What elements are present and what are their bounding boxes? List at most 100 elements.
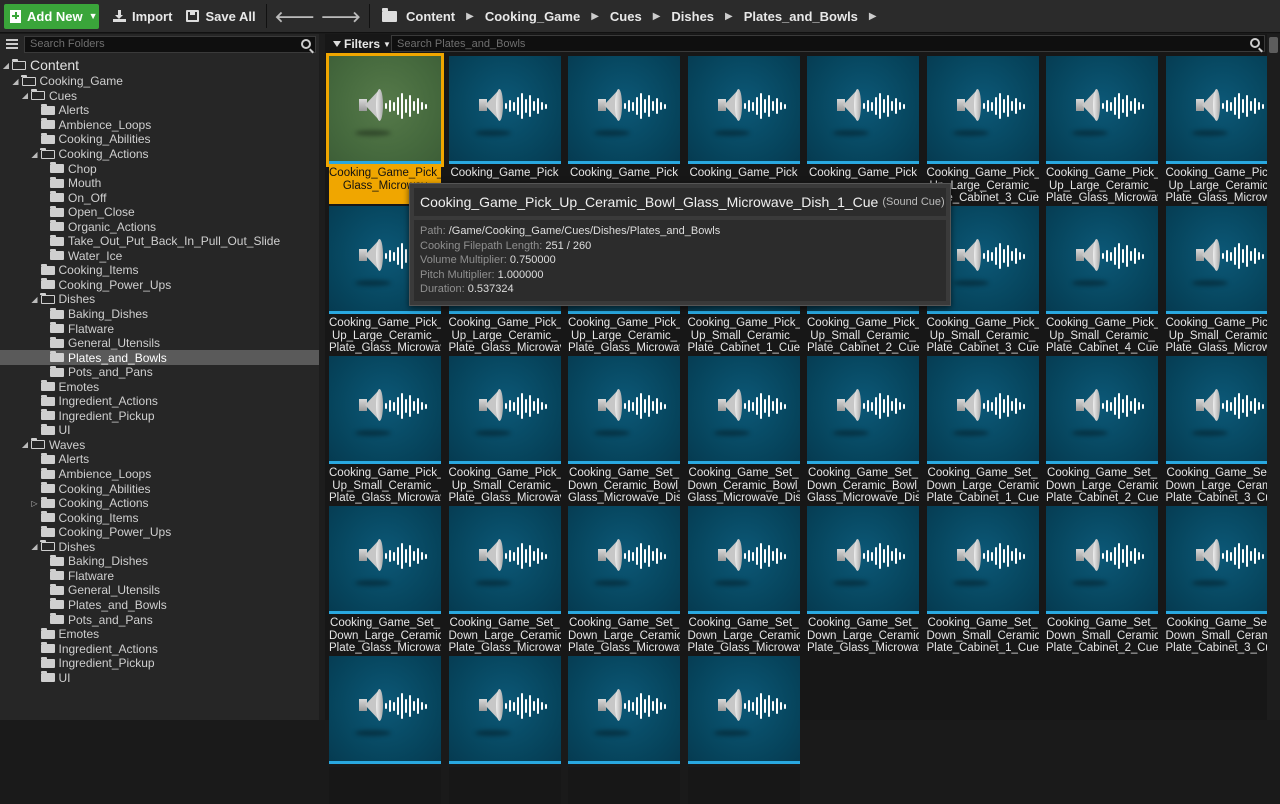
expanded-arrow-icon[interactable]: ◢ (31, 150, 39, 159)
breadcrumb-chevron-icon[interactable]: ▶ (653, 11, 661, 22)
asset-tile[interactable]: Cooking_Game_Pick_ Up_Small_Ceramic_ Pla… (329, 356, 441, 504)
tree-item[interactable]: ◢ Dishes (0, 540, 319, 555)
save-all-button[interactable]: Save All (186, 9, 256, 24)
expanded-arrow-icon[interactable]: ◢ (21, 440, 29, 449)
tree-item[interactable]: Alerts (0, 103, 319, 118)
asset-tile[interactable]: Cooking_Game_Set_ Down_Large_Ceramic_ Pl… (329, 506, 441, 654)
tree-item[interactable]: Ingredient_Pickup (0, 409, 319, 424)
tree-item[interactable]: Cooking_Items (0, 263, 319, 278)
asset-tile[interactable]: Cooking_Game_Set_ Down_Small_Ceramic_ Pl… (1046, 506, 1158, 654)
asset-tile[interactable]: Cooking_Game_Pick_ Up_Large_Ceramic_ Pla… (1165, 56, 1278, 204)
asset-tile[interactable]: Cooking_Game_Set_ Down_Large_Ceramic_ Pl… (448, 506, 561, 654)
asset-tile[interactable]: Cooking_Game_Set_ Down_Small_Ceramic_ Pl… (926, 506, 1039, 654)
asset-tile[interactable]: Cooking_Game_Pick_ Up_Small_Ceramic_ Pla… (448, 356, 561, 504)
asset-search-box[interactable] (391, 35, 1265, 52)
tree-item[interactable]: Take_Out_Put_Back_In_Pull_Out_Slide (0, 234, 319, 249)
asset-tile[interactable]: Cooking_Game_Set_ Down_Large_Ceramic_ Pl… (1165, 356, 1278, 504)
tree-item[interactable]: Ingredient_Pickup (0, 656, 319, 671)
tree-item[interactable]: General_Utensils (0, 336, 319, 351)
tree-item[interactable]: ▷ Cooking_Actions (0, 496, 319, 511)
tree-item[interactable]: ◢ Content (0, 56, 319, 74)
asset-tile[interactable]: Cooking_Game_Pick_Up_Ceramic_B Glass_Mic… (326, 53, 444, 204)
asset-tile[interactable] (448, 656, 561, 804)
asset-tile[interactable]: Cooking_Game_Pick (807, 56, 919, 204)
tree-item[interactable]: Pots_and_Pans (0, 365, 319, 380)
asset-tile[interactable] (329, 656, 441, 804)
asset-tile[interactable] (687, 656, 800, 804)
filters-button[interactable]: Filters ▼ (333, 37, 391, 51)
tree-item[interactable]: ◢ Cooking_Game (0, 74, 319, 89)
tree-item[interactable]: Cooking_Power_Ups (0, 278, 319, 293)
asset-tile[interactable]: Cooking_Game_Set_ Down_Ceramic_Bowl_ Gla… (568, 356, 680, 504)
tree-item[interactable]: Ingredient_Actions (0, 641, 319, 656)
tree-item[interactable]: Baking_Dishes (0, 554, 319, 569)
tree-item[interactable]: Ambience_Loops (0, 467, 319, 482)
tree-item[interactable]: ◢ Dishes (0, 292, 319, 307)
tree-item[interactable]: Emotes (0, 379, 319, 394)
tree-item[interactable]: Plates_and_Bowls (0, 350, 319, 365)
tree-item[interactable]: UI (0, 670, 319, 685)
asset-search-input[interactable] (397, 37, 1178, 50)
asset-tile[interactable]: Cooking_Game_Set_ Down_Large_Ceramic_ Pl… (807, 506, 919, 654)
asset-tile[interactable]: Cooking_Game_Set_ Down_Small_Ceramic_ Pl… (1165, 506, 1278, 654)
tree-item[interactable]: Baking_Dishes (0, 307, 319, 322)
sources-panel-toggle-icon[interactable] (3, 36, 21, 52)
breadcrumb-cooking-game[interactable]: Cooking_Game (485, 9, 580, 24)
tree-item[interactable]: ◢ Cues (0, 89, 319, 104)
tree-item[interactable]: Ingredient_Actions (0, 394, 319, 409)
tree-item[interactable]: UI (0, 423, 319, 438)
asset-tile[interactable]: Cooking_Game_Pick (568, 56, 680, 204)
collapsed-arrow-icon[interactable]: ▷ (31, 499, 39, 508)
breadcrumb-cues[interactable]: Cues (610, 9, 642, 24)
asset-tile[interactable]: Cooking_Game_Set_ Down_Large_Ceramic_ Pl… (926, 356, 1039, 504)
tree-item[interactable]: Cooking_Items (0, 510, 319, 525)
tree-item[interactable]: Cooking_Power_Ups (0, 525, 319, 540)
asset-tile[interactable]: Cooking_Game_Set_ Down_Ceramic_Bowl_ Gla… (687, 356, 800, 504)
tree-item[interactable]: Ambience_Loops (0, 118, 319, 133)
breadcrumb-plates-and-bowls[interactable]: Plates_and_Bowls (744, 9, 858, 24)
tree-item[interactable]: Flatware (0, 569, 319, 584)
tree-item[interactable]: Cooking_Abilities (0, 481, 319, 496)
expanded-arrow-icon[interactable]: ◢ (2, 61, 10, 70)
asset-scrollbar[interactable] (1267, 34, 1280, 720)
asset-tile[interactable]: Cooking_Game_Set_ Down_Large_Ceramic_ Pl… (687, 506, 800, 654)
tree-item[interactable]: Emotes (0, 627, 319, 642)
tree-item[interactable]: Open_Close (0, 205, 319, 220)
tree-item[interactable]: Flatware (0, 321, 319, 336)
tree-item[interactable]: Cooking_Abilities (0, 132, 319, 147)
asset-tile[interactable]: Cooking_Game_Pick_ Up_Small_Ceramic_ Pla… (1046, 206, 1158, 354)
breadcrumb-chevron-icon[interactable]: ▶ (869, 11, 877, 22)
breadcrumb-dishes[interactable]: Dishes (671, 9, 714, 24)
breadcrumb-chevron-icon[interactable]: ▶ (466, 11, 474, 22)
folder-search-input[interactable] (30, 38, 287, 50)
expanded-arrow-icon[interactable]: ◢ (31, 542, 39, 551)
breadcrumb-content[interactable]: Content (406, 9, 455, 24)
asset-tile[interactable]: Cooking_Game_Set_ Down_Large_Ceramic_ Pl… (1046, 356, 1158, 504)
tree-item[interactable]: ◢ Cooking_Actions (0, 147, 319, 162)
breadcrumb-chevron-icon[interactable]: ▶ (725, 11, 733, 22)
scrollbar-thumb[interactable] (1269, 37, 1278, 53)
asset-tile[interactable]: Cooking_Game_Pick_ Up_Small_Ceramic_ Pla… (1165, 206, 1278, 354)
tree-item[interactable]: On_Off (0, 190, 319, 205)
asset-tile[interactable]: Cooking_Game_Set_ Down_Large_Ceramic_ Pl… (568, 506, 680, 654)
asset-tile[interactable]: Cooking_Game_Pick_ Up_Large_Ceramic_ Pla… (1046, 56, 1158, 204)
tree-item[interactable]: Alerts (0, 452, 319, 467)
asset-tile[interactable]: Cooking_Game_Pick (448, 56, 561, 204)
expanded-arrow-icon[interactable]: ◢ (12, 77, 20, 86)
tree-item[interactable]: Mouth (0, 176, 319, 191)
add-new-button[interactable]: Add New ▼ (4, 3, 99, 29)
tree-item[interactable]: Plates_and_Bowls (0, 598, 319, 613)
tree-item[interactable]: Chop (0, 161, 319, 176)
asset-tile[interactable]: Cooking_Game_Pick_ Up_Large_Ceramic_ Pla… (926, 56, 1039, 204)
tree-item[interactable]: General_Utensils (0, 583, 319, 598)
expanded-arrow-icon[interactable]: ◢ (31, 295, 39, 304)
expanded-arrow-icon[interactable]: ◢ (21, 91, 29, 100)
import-button[interactable]: Import (113, 9, 172, 24)
asset-tile[interactable] (568, 656, 680, 804)
breadcrumb-chevron-icon[interactable]: ▶ (591, 11, 599, 22)
tree-item[interactable]: ◢ Waves (0, 438, 319, 453)
tree-item[interactable]: Organic_Actions (0, 219, 319, 234)
tree-item[interactable]: Water_Ice (0, 249, 319, 264)
asset-tile[interactable]: Cooking_Game_Set_ Down_Ceramic_Bowl_ Gla… (807, 356, 919, 504)
forward-arrow-icon[interactable]: 🡒 (321, 7, 361, 26)
